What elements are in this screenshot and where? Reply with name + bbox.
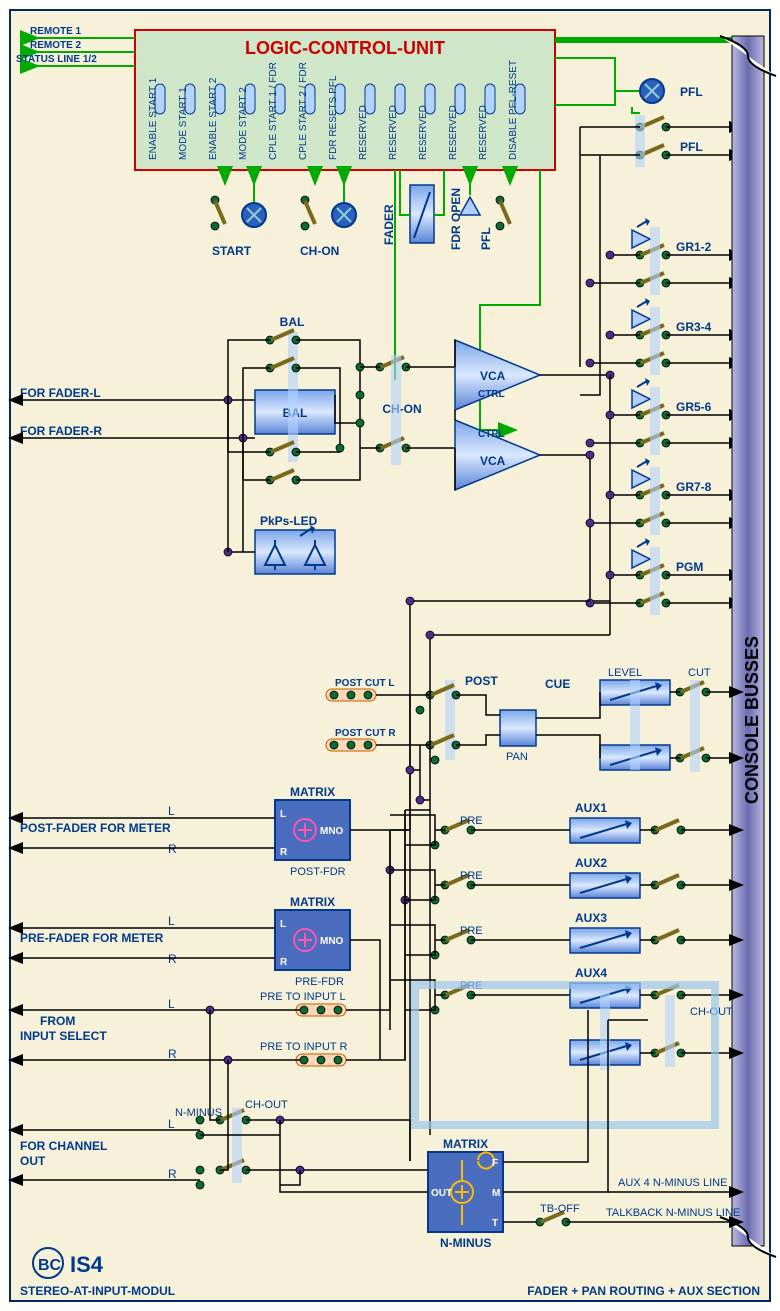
pfl-lamp-icon — [640, 79, 664, 103]
svg-text:MATRIX: MATRIX — [290, 895, 335, 909]
svg-text:CUE: CUE — [545, 677, 570, 691]
svg-text:START: START — [212, 244, 252, 258]
svg-text:R: R — [168, 1167, 177, 1181]
svg-text:PRE-FADER FOR METER: PRE-FADER FOR METER — [20, 931, 164, 945]
svg-text:MODE START 1: MODE START 1 — [178, 87, 189, 160]
svg-text:L: L — [168, 997, 175, 1011]
svg-text:PAN: PAN — [506, 751, 528, 763]
lcu-title: LOGIC-CONTROL-UNIT — [245, 38, 445, 58]
svg-text:CPLE START 1 / FDR: CPLE START 1 / FDR — [268, 62, 279, 160]
svg-text:PRE: PRE — [460, 925, 483, 937]
svg-text:MNO: MNO — [320, 826, 344, 837]
svg-text:POST CUT L: POST CUT L — [335, 678, 394, 689]
svg-text:FOR FADER-L: FOR FADER-L — [20, 386, 101, 400]
svg-text:R: R — [168, 842, 177, 856]
svg-text:FDR OPEN: FDR OPEN — [449, 188, 463, 250]
svg-text:POST: POST — [465, 674, 498, 688]
svg-text:AUX2: AUX2 — [575, 856, 607, 870]
svg-text:FOR FADER-R: FOR FADER-R — [20, 424, 102, 438]
svg-text:PFL: PFL — [680, 140, 703, 154]
svg-text:FDR RESETS PFL: FDR RESETS PFL — [328, 75, 339, 160]
svg-text:CUT: CUT — [688, 667, 711, 679]
svg-text:L: L — [168, 804, 175, 818]
svg-text:ENABLE START 2: ENABLE START 2 — [208, 77, 219, 160]
svg-text:TALKBACK N-MINUS LINE: TALKBACK N-MINUS LINE — [606, 1207, 740, 1219]
svg-text:REMOTE 2: REMOTE 2 — [30, 40, 82, 51]
svg-text:STATUS LINE 1/2: STATUS LINE 1/2 — [16, 54, 97, 65]
svg-text:TB-OFF: TB-OFF — [540, 1203, 580, 1215]
svg-text:INPUT SELECT: INPUT SELECT — [20, 1029, 107, 1043]
svg-text:RESERVED: RESERVED — [358, 105, 369, 160]
svg-text:MODE START 2: MODE START 2 — [238, 87, 249, 160]
svg-text:PRE: PRE — [460, 815, 483, 827]
svg-text:RESERVED: RESERVED — [388, 105, 399, 160]
svg-text:CH-OUT: CH-OUT — [245, 1099, 288, 1111]
svg-text:N-MINUS: N-MINUS — [440, 1236, 491, 1250]
svg-text:R: R — [168, 1047, 177, 1061]
svg-text:CTRL: CTRL — [478, 429, 505, 440]
svg-text:AUX 4 N-MINUS LINE: AUX 4 N-MINUS LINE — [618, 1177, 727, 1189]
svg-text:GR1-2: GR1-2 — [676, 240, 712, 254]
svg-text:FROM: FROM — [40, 1014, 75, 1028]
svg-text:POST CUT R: POST CUT R — [335, 728, 396, 739]
svg-text:PRE TO INPUT L: PRE TO INPUT L — [260, 991, 346, 1003]
svg-text:PRE-FDR: PRE-FDR — [295, 976, 344, 988]
svg-text:MATRIX: MATRIX — [290, 785, 335, 799]
svg-text:PRE TO INPUT R: PRE TO INPUT R — [260, 1041, 347, 1053]
svg-text:BAL: BAL — [280, 315, 305, 329]
svg-text:ENABLE START 1: ENABLE START 1 — [148, 77, 159, 160]
svg-text:GR5-6: GR5-6 — [676, 400, 712, 414]
diagram: LOGIC-CONTROL-UNIT REMOTE 1 REMOTE 2 STA… — [0, 0, 780, 1311]
svg-text:RESERVED: RESERVED — [418, 105, 429, 160]
svg-text:BC: BC — [38, 1257, 62, 1274]
chon-lamp — [332, 203, 356, 227]
svg-text:PGM: PGM — [676, 560, 703, 574]
svg-text:VCA: VCA — [480, 369, 506, 383]
svg-text:RESERVED: RESERVED — [448, 105, 459, 160]
svg-text:POST-FADER FOR METER: POST-FADER FOR METER — [20, 821, 171, 835]
svg-text:CONSOLE BUSSES: CONSOLE BUSSES — [742, 636, 762, 804]
svg-text:FOR CHANNEL: FOR CHANNEL — [20, 1139, 107, 1153]
svg-text:L: L — [168, 914, 175, 928]
svg-text:AUX4: AUX4 — [575, 966, 607, 980]
svg-text:RESERVED: RESERVED — [478, 105, 489, 160]
svg-text:F: F — [492, 1158, 498, 1169]
svg-text:FADER + PAN ROUTING + AUX SEC: FADER + PAN ROUTING + AUX SECTION — [527, 1284, 760, 1298]
svg-text:MATRIX: MATRIX — [443, 1137, 488, 1151]
start-lamp — [242, 203, 266, 227]
svg-text:VCA: VCA — [480, 454, 506, 468]
svg-text:L: L — [280, 809, 286, 820]
svg-text:CH-ON: CH-ON — [382, 402, 421, 416]
svg-text:CPLE START 2 / FDR: CPLE START 2 / FDR — [298, 62, 309, 160]
svg-text:REMOTE 1: REMOTE 1 — [30, 26, 82, 37]
svg-text:IS4: IS4 — [70, 1252, 104, 1277]
svg-text:PRE: PRE — [460, 870, 483, 882]
svg-text:FADER: FADER — [382, 204, 396, 245]
svg-text:L: L — [280, 919, 286, 930]
svg-text:CH-ON: CH-ON — [300, 244, 339, 258]
svg-text:R: R — [280, 847, 288, 858]
svg-text:AUX3: AUX3 — [575, 911, 607, 925]
svg-text:PFL: PFL — [479, 227, 493, 250]
svg-text:STEREO-AT-INPUT-MODUL: STEREO-AT-INPUT-MODUL — [20, 1284, 175, 1298]
svg-text:PFL: PFL — [680, 85, 703, 99]
svg-text:M: M — [492, 1188, 500, 1199]
svg-text:POST-FDR: POST-FDR — [290, 866, 346, 878]
svg-text:CTRL: CTRL — [478, 389, 505, 400]
svg-text:T: T — [492, 1218, 498, 1229]
svg-text:MNO: MNO — [320, 936, 344, 947]
svg-text:PkPs-LED: PkPs-LED — [260, 514, 318, 528]
svg-text:DISABLE PFL-RESET: DISABLE PFL-RESET — [508, 60, 519, 160]
svg-text:OUT: OUT — [20, 1154, 46, 1168]
svg-text:GR3-4: GR3-4 — [676, 320, 712, 334]
svg-text:OUT: OUT — [431, 1188, 452, 1199]
svg-text:R: R — [168, 952, 177, 966]
svg-text:LEVEL: LEVEL — [608, 667, 642, 679]
svg-text:L: L — [168, 1117, 175, 1131]
module-frame — [10, 10, 770, 1301]
svg-text:R: R — [280, 957, 288, 968]
svg-text:AUX1: AUX1 — [575, 801, 607, 815]
svg-text:GR7-8: GR7-8 — [676, 480, 712, 494]
